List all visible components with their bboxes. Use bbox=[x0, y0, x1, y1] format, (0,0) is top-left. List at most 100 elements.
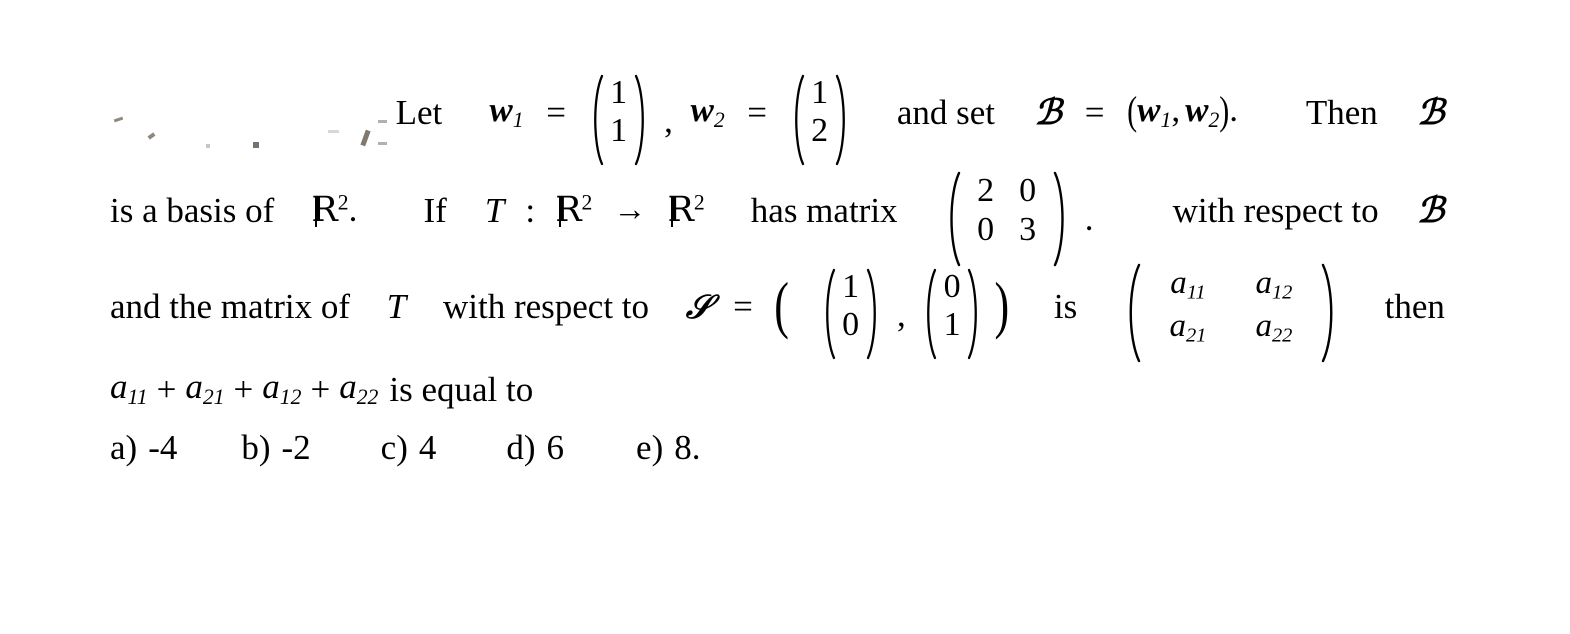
right-paren bbox=[835, 74, 850, 166]
arrow-icon: → bbox=[613, 191, 647, 228]
left-paren bbox=[790, 74, 805, 166]
and-the-matrix-of-text: and the matrix of bbox=[110, 286, 351, 326]
vector-row: 1 bbox=[808, 74, 832, 112]
question-line-3: and the matrix of T with respect to 𝒮 = … bbox=[110, 256, 1445, 363]
is-text: is bbox=[1053, 286, 1078, 326]
scan-speck bbox=[360, 129, 371, 147]
answer-option-a[interactable]: a) -4 bbox=[110, 428, 177, 468]
codomain-symbol: R2 bbox=[667, 190, 705, 230]
standard-basis-vector-e1: 1 0 bbox=[821, 268, 881, 360]
scan-speck bbox=[147, 132, 156, 140]
matrix-cell: a22 bbox=[1255, 308, 1293, 347]
answer-option-b[interactable]: b) -2 bbox=[241, 428, 310, 468]
answer-option-c[interactable]: c) 4 bbox=[381, 428, 437, 468]
matrix-cell: a11 bbox=[1170, 265, 1206, 305]
equals-sign: = bbox=[546, 92, 566, 132]
vector-row: 1 bbox=[607, 74, 631, 112]
left-paren bbox=[922, 268, 937, 360]
colon-separator: : bbox=[525, 190, 536, 230]
basis-tuple: (w1, w2). bbox=[1127, 89, 1239, 134]
matrix-entries: a11 a12 a21 a22 bbox=[1142, 263, 1320, 348]
column-vector-w1: 1 1 bbox=[589, 74, 649, 166]
vector-entries: 1 1 bbox=[604, 74, 634, 150]
matrix-cell: 0 bbox=[977, 211, 995, 248]
option-value: 4 bbox=[418, 428, 437, 467]
vector-cell: 0 bbox=[842, 306, 860, 343]
if-text: If bbox=[423, 190, 447, 230]
scan-speck bbox=[378, 142, 387, 145]
sum-term: a22 bbox=[339, 367, 379, 410]
question-body: Let w1 = 1 1 , w2 = 1 2 and set ℬ = (w1,… bbox=[110, 60, 1445, 488]
then-text: Then bbox=[1305, 92, 1378, 132]
plus-sign: + bbox=[310, 369, 331, 409]
option-value: 8. bbox=[674, 428, 701, 467]
transformation-T: T bbox=[484, 190, 505, 230]
document-page: Let w1 = 1 1 , w2 = 1 2 and set ℬ = (w1,… bbox=[0, 0, 1570, 634]
vector-entries: 1 2 bbox=[805, 74, 835, 150]
then-text: then bbox=[1384, 286, 1445, 326]
left-paren bbox=[944, 171, 962, 266]
vector-row: 1 bbox=[839, 268, 863, 306]
option-value: -2 bbox=[281, 428, 311, 467]
is-a-basis-of-text: is a basis of bbox=[110, 190, 275, 230]
option-label: a) bbox=[110, 428, 138, 467]
scan-speck bbox=[328, 130, 339, 133]
column-vector-w2: 1 2 bbox=[790, 74, 850, 166]
vector-cell: 1 bbox=[943, 306, 961, 343]
option-label: b) bbox=[241, 428, 271, 467]
line1-let-label: Let bbox=[395, 92, 443, 132]
scan-speck bbox=[113, 116, 124, 123]
outer-open-paren: ( bbox=[774, 269, 789, 341]
vector-cell: 1 bbox=[610, 73, 628, 111]
left-paren bbox=[589, 74, 604, 166]
comma-separator: , bbox=[664, 101, 673, 140]
plus-sign: + bbox=[233, 369, 254, 409]
equals-sign: = bbox=[747, 92, 768, 132]
transformation-T: T bbox=[386, 286, 407, 326]
sum-term: a21 bbox=[185, 367, 225, 410]
equals-sign: = bbox=[733, 286, 753, 326]
right-paren bbox=[1052, 171, 1070, 266]
matrix-row: a11 a12 bbox=[1145, 263, 1317, 306]
vector-row: 2 bbox=[808, 112, 832, 150]
left-paren bbox=[821, 268, 836, 360]
vector-row: 0 bbox=[940, 268, 964, 306]
standard-basis-vector-e2: 0 1 bbox=[922, 268, 982, 360]
matrix-cell: 2 bbox=[977, 171, 995, 209]
outer-close-paren: ) bbox=[994, 269, 1010, 341]
answer-options: a) -4 b) -2 c) 4 d) 6 e) 8. bbox=[110, 428, 1445, 488]
with-respect-to-text: with respect to bbox=[1172, 190, 1379, 230]
option-label: c) bbox=[380, 428, 408, 467]
scan-speck bbox=[378, 120, 387, 123]
basis-B-symbol: ℬ bbox=[1416, 189, 1445, 231]
scan-artifact-group bbox=[110, 82, 387, 152]
vector-row: 1 bbox=[940, 306, 964, 344]
comma-separator: , bbox=[897, 295, 906, 334]
matrix-entries: 20 03 bbox=[962, 171, 1052, 250]
real-plane-symbol: R2. bbox=[311, 190, 358, 230]
left-paren bbox=[1122, 263, 1142, 363]
vector-row: 1 bbox=[607, 112, 631, 150]
option-value: 6 bbox=[546, 428, 565, 467]
answer-option-d[interactable]: d) 6 bbox=[506, 428, 564, 468]
answer-option-e[interactable]: e) 8. bbox=[636, 428, 700, 468]
option-label: d) bbox=[506, 428, 536, 467]
basis-B-symbol: ℬ bbox=[1416, 91, 1445, 133]
vector-cell: 0 bbox=[943, 267, 961, 305]
right-paren bbox=[1320, 263, 1340, 363]
vector-entries: 1 0 bbox=[836, 268, 866, 344]
and-set-text: and set bbox=[896, 92, 995, 132]
matrix-cell: a12 bbox=[1255, 265, 1293, 305]
basis-S-symbol: 𝒮 bbox=[685, 286, 712, 326]
vector-cell: 1 bbox=[811, 73, 829, 111]
scan-speck bbox=[253, 142, 259, 148]
equals-sign: = bbox=[1084, 92, 1105, 132]
matrix-cell: 3 bbox=[1019, 211, 1037, 248]
vector-cell: 1 bbox=[610, 112, 628, 149]
question-line-2: is a basis of R2. If T : R2 → R2 has mat… bbox=[110, 160, 1445, 266]
scan-artifacts bbox=[110, 82, 387, 148]
basis-B-symbol: ℬ bbox=[1034, 91, 1062, 133]
matrix-cell: 0 bbox=[1019, 171, 1037, 209]
matrix-T-in-basis-B: 20 03 bbox=[944, 171, 1070, 266]
option-value: -4 bbox=[148, 428, 178, 467]
